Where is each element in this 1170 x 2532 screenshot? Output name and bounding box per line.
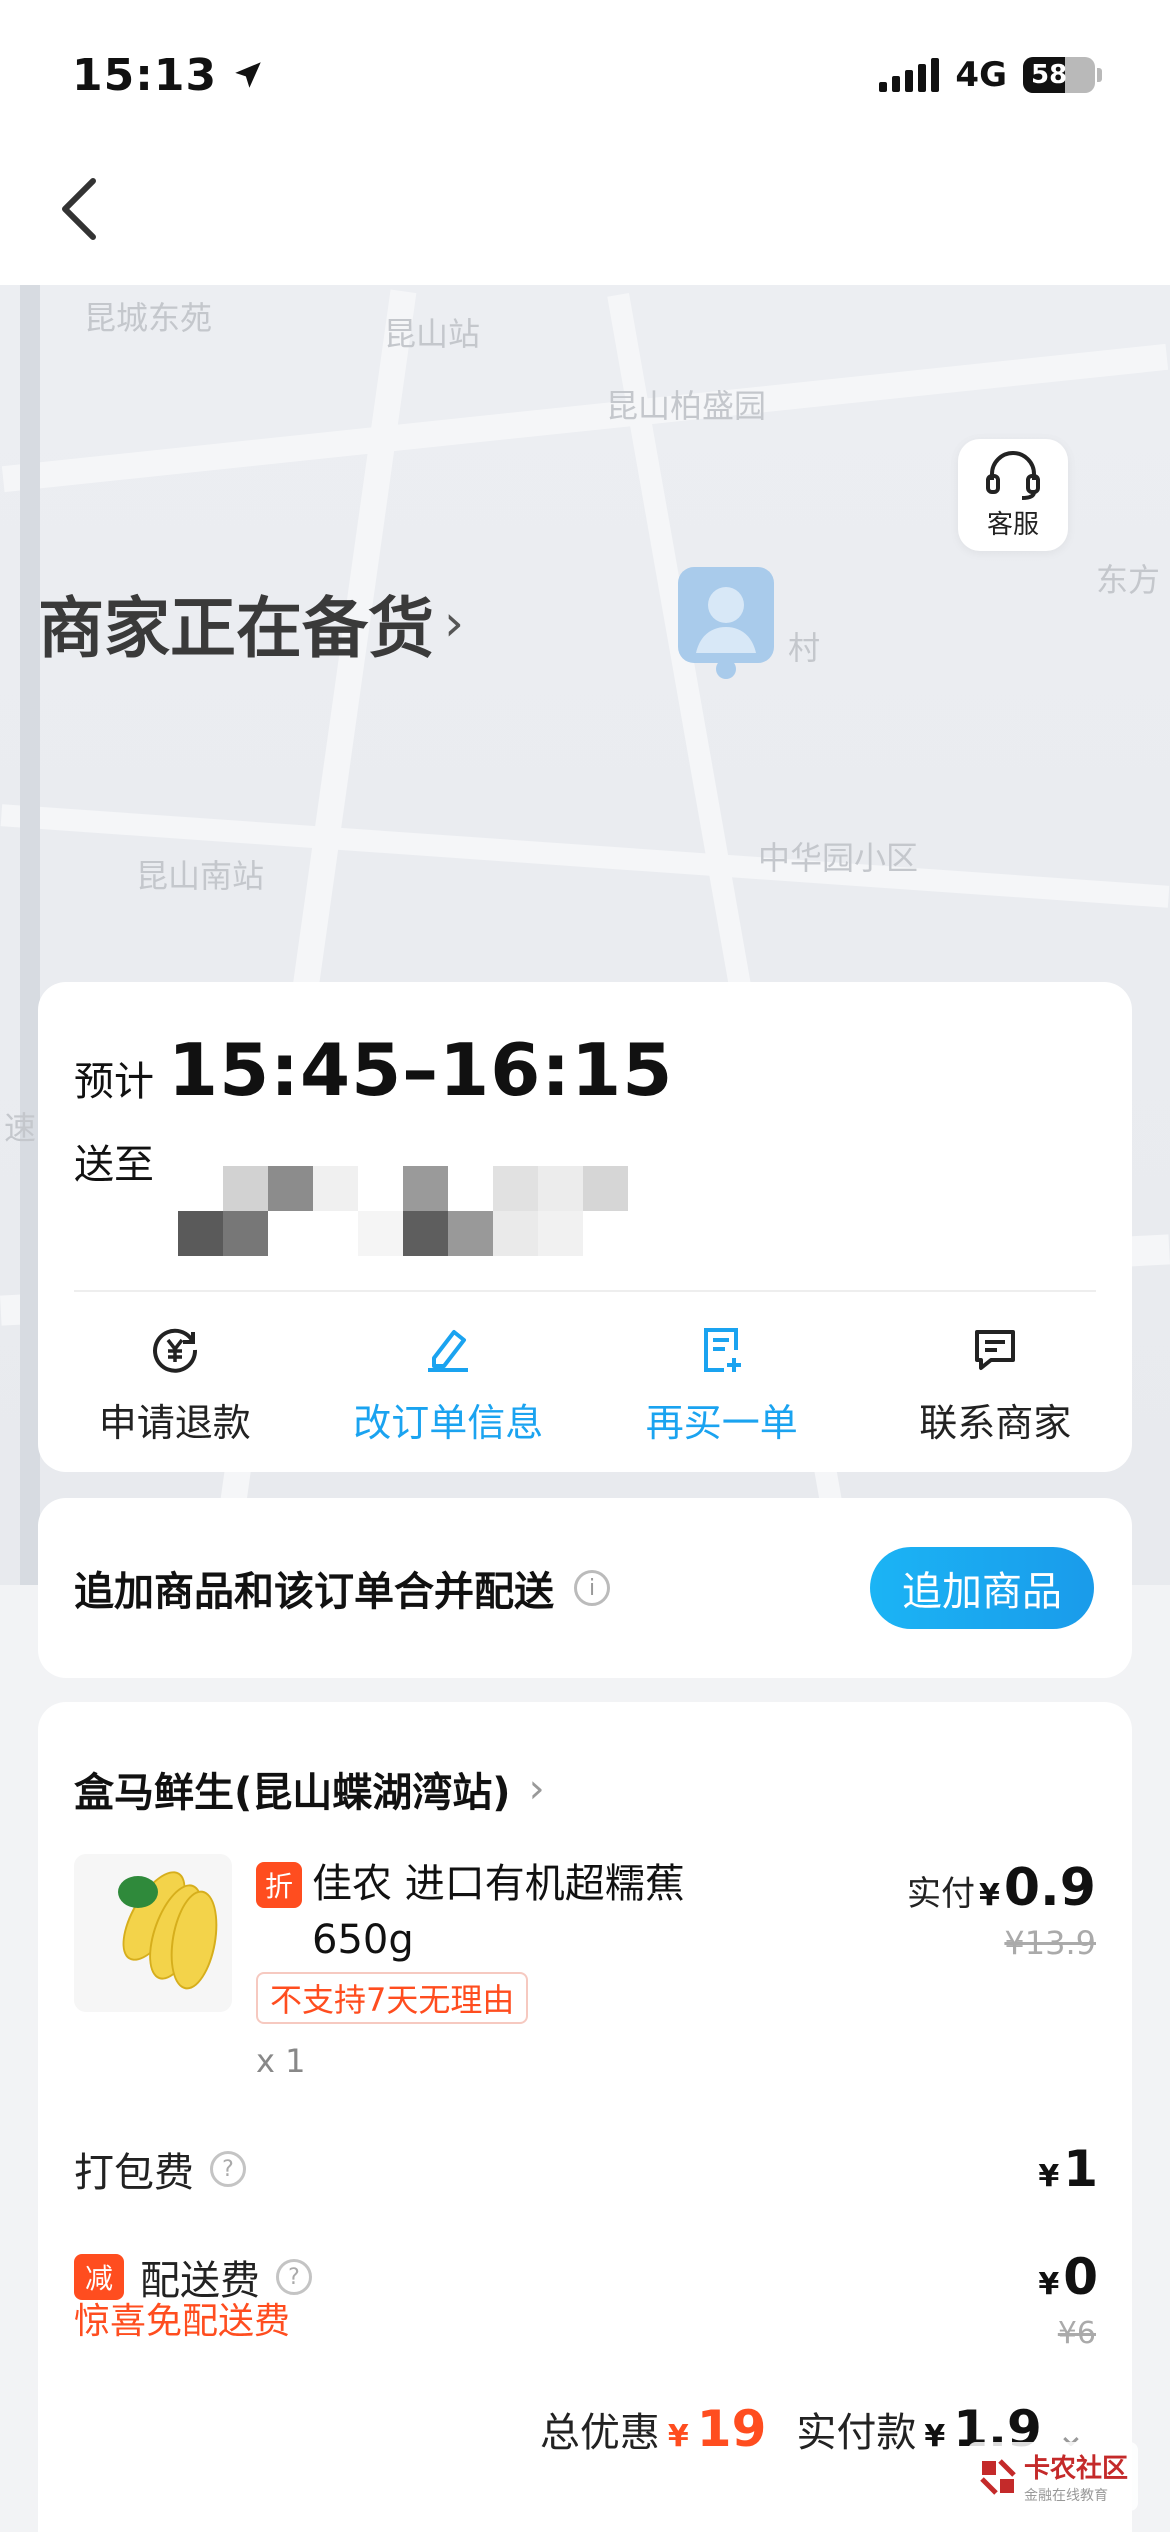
divider [74,1290,1096,1292]
edit-order-label: 改订单信息 [353,1401,544,1445]
product-qty: x 1 [256,2042,306,2080]
discount-label: 总优惠 [539,2410,660,2456]
chevron-left-icon [62,178,96,240]
packing-fee-value: 1 [1063,2140,1098,2198]
watermark-logo: 卡农社区 金融在线教育 [967,2442,1138,2511]
headset-icon [986,450,1040,500]
watermark-icon [980,2458,1016,2495]
refund-icon [147,1322,203,1378]
courier-avatar-pin[interactable] [678,567,774,679]
reorder-icon [694,1322,750,1378]
paid-currency: ¥ [924,2419,946,2454]
map-label: 昆城东苑 [84,299,213,337]
nav-bar [0,150,1170,285]
order-status-text: 商家正在备货 [38,590,434,667]
status-bar: 15:13 4G 58 [0,0,1170,150]
discount-currency: ¥ [667,2419,689,2454]
edit-order-button[interactable]: 改订单信息 [312,1322,586,1447]
product-name[interactable]: 佳农 进口有机超糯蕉 650g [312,1856,792,1968]
network-label: 4G [955,55,1007,95]
product-price: 实付 ¥ 0.9 [907,1858,1096,1918]
chevron-right-icon: › [444,594,464,652]
packing-fee-label: 打包费 [74,2150,194,2196]
watermark-subtitle: 金融在线教育 [1023,2488,1108,2504]
status-time: 15:13 [72,50,265,101]
refund-label: 申请退款 [98,1401,251,1445]
add-items-text: 追加商品和该订单合并配送 [74,1569,554,1615]
discount-value: 19 [696,2400,767,2458]
order-status-title[interactable]: 商家正在备货 › [38,575,464,671]
map-label: 东方 [1096,561,1161,599]
watermark-title: 卡农社区 [1023,2454,1128,2484]
delivery-info-card: 预计 15:45–16:15 送至 申请退款 改订单信息 再买一单 联系商家 [38,982,1132,1472]
store-name: 盒马鲜生(昆山蝶湖湾站) [74,1770,511,1816]
chevron-right-icon: › [528,1766,545,1812]
edit-icon [420,1322,476,1378]
customer-service-label: 客服 [986,509,1039,540]
map-label: 中华园小区 [758,839,919,877]
customer-service-button[interactable]: 客服 [958,439,1068,551]
paid-label: 实付款 [796,2410,917,2456]
map-label: 昆山站 [384,315,481,353]
map-label: 昆山南站 [136,857,265,895]
price-label: 实付 [907,1874,975,1914]
map-label: 昆山柏盛园 [606,387,767,425]
price-value: 0.9 [1003,1858,1096,1918]
address-redacted [178,1166,678,1262]
battery-level: 58 [1031,60,1068,90]
address-label: 送至 [74,1142,154,1188]
status-time-text: 15:13 [72,49,218,101]
packing-fee-row: 打包费 ? ¥ 1 [74,2140,1098,2198]
back-button[interactable] [44,174,114,244]
product-image[interactable] [74,1854,232,2012]
help-icon[interactable]: ? [210,2151,246,2187]
store-link[interactable]: 盒马鲜生(昆山蝶湖湾站) › [74,1760,545,1818]
price-currency: ¥ [979,1878,1000,1913]
delivery-fee-currency: ¥ [1038,2267,1060,2302]
reorder-label: 再买一单 [645,1401,798,1445]
info-icon[interactable]: i [574,1570,610,1606]
free-delivery-note: 惊喜免配送费 [74,2301,291,2342]
eta-value: 15:45–16:15 [168,1028,674,1112]
discount-tag: 折 [256,1862,302,1908]
battery-icon: 58 [1023,57,1102,93]
chat-icon [967,1322,1023,1378]
user-icon [696,587,756,653]
add-items-card: 追加商品和该订单合并配送 i 追加商品 [38,1498,1132,1678]
order-actions: 申请退款 改订单信息 再买一单 联系商家 [38,1322,1132,1447]
no-return-badge: 不支持7天无理由 [256,1972,529,2024]
reorder-button[interactable]: 再买一单 [585,1322,859,1447]
location-arrow-icon [235,62,261,88]
delivery-fee-original: ¥6 [1057,2316,1096,2351]
signal-icon [879,58,940,92]
eta: 预计 15:45–16:15 [74,1028,673,1112]
contact-merchant-button[interactable]: 联系商家 [859,1322,1133,1447]
help-icon[interactable]: ? [276,2259,312,2295]
packing-fee-currency: ¥ [1038,2159,1060,2194]
delivery-fee-value: 0 [1063,2248,1098,2306]
refund-button[interactable]: 申请退款 [38,1322,312,1447]
contact-merchant-label: 联系商家 [919,1401,1072,1445]
original-price: ¥13.9 [1004,1924,1096,1962]
delivery-address: 送至 [74,1132,154,1190]
eta-label: 预计 [74,1059,154,1105]
add-items-button[interactable]: 追加商品 [870,1547,1094,1629]
map-label: 村 [788,629,821,667]
status-right: 4G 58 [879,55,1102,95]
map-label: 速 [4,1109,37,1147]
